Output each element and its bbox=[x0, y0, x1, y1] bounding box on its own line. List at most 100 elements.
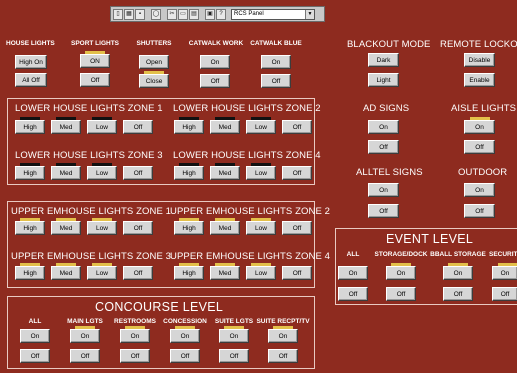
upper-zone-2-off-button[interactable]: Off bbox=[282, 221, 312, 235]
lower-zone-2-low-button[interactable]: Low bbox=[246, 120, 276, 134]
lower-zone-2-med-button[interactable]: Med bbox=[210, 120, 240, 134]
concourse-suite-recpt-tv-on-button[interactable]: On bbox=[268, 329, 298, 343]
concourse-all-on-button[interactable]: On bbox=[20, 329, 50, 343]
upper-zone-1-med-button[interactable]: Med bbox=[51, 221, 81, 235]
lower-zone-1-high-button[interactable]: High bbox=[15, 120, 45, 134]
concourse-main-lgts-on-button[interactable]: On bbox=[70, 329, 100, 343]
ad-signs-on-button[interactable]: On bbox=[368, 120, 399, 134]
print-icon[interactable]: ▣ bbox=[205, 8, 215, 20]
upper-zone-4-med-button[interactable]: Med bbox=[210, 266, 240, 280]
lower-zone-3-low-button[interactable]: Low bbox=[87, 166, 117, 180]
catwalk-blue-off-button[interactable]: Off bbox=[261, 74, 291, 88]
event-bball-storage-off-button[interactable]: Off bbox=[443, 287, 473, 301]
event-storage-dock-on-button[interactable]: On bbox=[386, 266, 416, 280]
upper-zone-3-off-button[interactable]: Off bbox=[123, 266, 153, 280]
outdoor-label: OUTDOOR bbox=[458, 167, 508, 178]
event-security-off-button[interactable]: Off bbox=[492, 287, 517, 301]
help-icon[interactable]: ? bbox=[216, 8, 226, 20]
concourse-all-label: ALL bbox=[28, 318, 42, 325]
concourse-suite-recpt-tv-label: SUITE RECPT/TV bbox=[256, 318, 310, 325]
outdoor-on-button[interactable]: On bbox=[464, 183, 495, 197]
chevron-down-icon[interactable]: ▼ bbox=[305, 9, 314, 19]
catwalk-blue-on-button[interactable]: On bbox=[261, 55, 291, 69]
paste-icon[interactable]: ▤ bbox=[189, 8, 199, 20]
copy-icon[interactable]: ▭ bbox=[178, 8, 188, 20]
aisle-lights-on-button[interactable]: On bbox=[464, 120, 495, 134]
blackout-light-button[interactable]: Light bbox=[368, 73, 399, 87]
concourse-main-lgts-off-button[interactable]: Off bbox=[70, 349, 100, 363]
aisle-lights-off-button[interactable]: Off bbox=[464, 140, 495, 154]
concourse-restrooms-on-button[interactable]: On bbox=[120, 329, 150, 343]
event-level-title: EVENT LEVEL bbox=[386, 232, 474, 246]
lower-zone-3-label: LOWER HOUSE LIGHTS ZONE 3 bbox=[15, 150, 163, 161]
upper-zone-2-high-button[interactable]: High bbox=[174, 221, 204, 235]
cut-icon[interactable]: ✂ bbox=[167, 8, 177, 20]
lower-zone-1-med-button[interactable]: Med bbox=[51, 120, 81, 134]
shutters-open-button[interactable]: Open bbox=[139, 55, 169, 69]
upper-zone-2-med-button[interactable]: Med bbox=[210, 221, 240, 235]
event-all-off-button[interactable]: Off bbox=[338, 287, 368, 301]
upper-zone-1-low-button[interactable]: Low bbox=[87, 221, 117, 235]
upper-zone-4-high-button[interactable]: High bbox=[174, 266, 204, 280]
alltel-signs-off-button[interactable]: Off bbox=[368, 204, 399, 218]
upper-zone-1-high-button[interactable]: High bbox=[15, 221, 45, 235]
house-lights-all-off-button[interactable]: All Off bbox=[15, 73, 47, 87]
upper-zone-2-low-button[interactable]: Low bbox=[246, 221, 276, 235]
zoom-icon[interactable]: ◯ bbox=[151, 8, 161, 20]
concourse-suite-lgts-on-button[interactable]: On bbox=[219, 329, 249, 343]
ad-signs-off-button[interactable]: Off bbox=[368, 140, 399, 154]
upper-zone-3-med-button[interactable]: Med bbox=[51, 266, 81, 280]
lower-zone-1-off-button[interactable]: Off bbox=[123, 120, 153, 134]
event-all-on-button[interactable]: On bbox=[338, 266, 368, 280]
panel-select[interactable]: RCS Panel ▼ bbox=[231, 8, 315, 20]
concourse-level-title: CONCOURSE LEVEL bbox=[95, 300, 224, 314]
event-security-on-button[interactable]: On bbox=[492, 266, 517, 280]
sport-lights-on-button[interactable]: ON bbox=[80, 54, 110, 68]
lower-zone-2-off-button[interactable]: Off bbox=[282, 120, 312, 134]
lower-zone-3-high-button[interactable]: High bbox=[15, 166, 45, 180]
upper-zone-4-off-button[interactable]: Off bbox=[282, 266, 312, 280]
event-storage-dock-off-button[interactable]: Off bbox=[386, 287, 416, 301]
lower-zone-1-low-button[interactable]: Low bbox=[87, 120, 117, 134]
shutters-close-button[interactable]: Close bbox=[139, 74, 169, 88]
remote-lockout-label: REMOTE LOCKOUT bbox=[440, 39, 517, 50]
blackout-dark-button[interactable]: Dark bbox=[368, 53, 399, 67]
lower-zone-3-off-button[interactable]: Off bbox=[123, 166, 153, 180]
lower-zone-4-low-button[interactable]: Low bbox=[246, 166, 276, 180]
house-lights-label: HOUSE LIGHTS bbox=[6, 40, 55, 47]
lower-zone-3-med-button[interactable]: Med bbox=[51, 166, 81, 180]
sport-lights-off-button[interactable]: Off bbox=[80, 73, 110, 87]
concourse-suite-recpt-tv-off-button[interactable]: Off bbox=[268, 349, 298, 363]
concourse-restrooms-label: RESTROOMS bbox=[114, 318, 156, 325]
lower-zone-4-high-button[interactable]: High bbox=[174, 166, 204, 180]
grid-icon[interactable]: ▦ bbox=[124, 8, 134, 20]
concourse-restrooms-off-button[interactable]: Off bbox=[120, 349, 150, 363]
house-lights-high-on-button[interactable]: High On bbox=[15, 55, 47, 69]
lower-zone-2-high-button[interactable]: High bbox=[174, 120, 204, 134]
toolbar: ▯ ▦ ▪ ◯ ✂ ▭ ▤ ▣ ? RCS Panel ▼ bbox=[0, 0, 517, 26]
lower-zone-4-med-button[interactable]: Med bbox=[210, 166, 240, 180]
upper-zone-1-off-button[interactable]: Off bbox=[123, 221, 153, 235]
ad-signs-label: AD SIGNS bbox=[363, 103, 410, 114]
lower-zone-1-label: LOWER HOUSE LIGHTS ZONE 1 bbox=[15, 103, 163, 114]
upper-zone-4-low-button[interactable]: Low bbox=[246, 266, 276, 280]
upper-zone-3-high-button[interactable]: High bbox=[15, 266, 45, 280]
concourse-all-off-button[interactable]: Off bbox=[20, 349, 50, 363]
catwalk-work-on-button[interactable]: On bbox=[200, 55, 230, 69]
concourse-concession-off-button[interactable]: Off bbox=[170, 349, 200, 363]
save-icon[interactable]: ▪ bbox=[135, 8, 145, 20]
alltel-signs-label: ALLTEL SIGNS bbox=[356, 167, 423, 178]
lower-zone-4-off-button[interactable]: Off bbox=[282, 166, 312, 180]
remote-lockout-disable-button[interactable]: Disable bbox=[464, 53, 495, 67]
outdoor-off-button[interactable]: Off bbox=[464, 204, 495, 218]
upper-zone-4-label: UPPER EMHOUSE LIGHTS ZONE 4 bbox=[170, 251, 331, 262]
catwalk-work-off-button[interactable]: Off bbox=[200, 74, 230, 88]
upper-zone-3-low-button[interactable]: Low bbox=[87, 266, 117, 280]
event-bball-storage-on-button[interactable]: On bbox=[443, 266, 473, 280]
concourse-concession-on-button[interactable]: On bbox=[170, 329, 200, 343]
concourse-suite-lgts-off-button[interactable]: Off bbox=[219, 349, 249, 363]
alltel-signs-on-button[interactable]: On bbox=[368, 183, 399, 197]
remote-lockout-enable-button[interactable]: Enable bbox=[464, 73, 495, 87]
document-icon[interactable]: ▯ bbox=[113, 8, 123, 20]
event-bball-storage-label: BBALL STORAGE bbox=[430, 251, 486, 258]
